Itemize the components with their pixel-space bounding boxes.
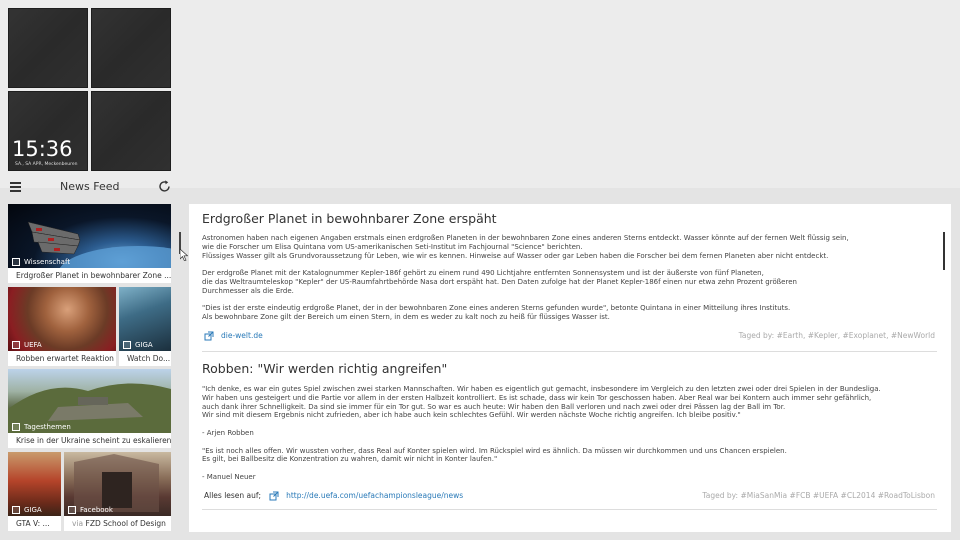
thumbnail-caption: Erdgroßer Planet in bewohnbarer Zone ...: [16, 271, 171, 280]
article-divider: [202, 351, 937, 352]
article-title: Erdgroßer Planet in bewohnbarer Zone ers…: [202, 211, 497, 226]
source-link-text[interactable]: die-welt.de: [221, 331, 263, 340]
tag-label: Tagesthemen: [24, 423, 71, 431]
news-feed-title: News Feed: [60, 180, 120, 193]
news-thumbnail[interactable]: Tagesthemen Krise in der Ukraine scheint…: [8, 369, 171, 448]
article-divider: [202, 509, 937, 510]
checkbox[interactable]: [12, 258, 20, 266]
read-all-label: Alles lesen auf;: [204, 491, 262, 501]
article-reader: Erdgroßer Planet in bewohnbarer Zone ers…: [189, 204, 951, 532]
tag-label: Facebook: [80, 506, 113, 514]
thumbnail-tag[interactable]: Tagesthemen: [12, 423, 71, 431]
article-paragraph: - Arjen Robben: [202, 428, 254, 437]
news-thumbnail[interactable]: Wissenschaft Erdgroßer Planet in bewohnb…: [8, 204, 171, 283]
article-title: Robben: "Wir werden richtig angreifen": [202, 361, 448, 376]
tag-label: GIGA: [135, 341, 153, 349]
thumbnail-caption: Watch Do...: [127, 354, 171, 363]
news-thumbnail[interactable]: UEFA Robben erwartet Reaktion: [8, 287, 116, 366]
thumbnail-tag[interactable]: GIGA: [12, 506, 42, 514]
tag-label: Wissenschaft: [24, 258, 71, 266]
clock-date: SA., SA APR, Meckenbeuren: [15, 162, 78, 167]
news-thumbnail[interactable]: Facebook via FZD School of Design: [64, 452, 171, 531]
article-paragraph: - Manuel Neuer: [202, 472, 256, 481]
source-link[interactable]: Alles lesen auf; http://de.uefa.com/uefa…: [204, 491, 463, 501]
mouse-cursor-icon: [180, 249, 188, 261]
checkbox[interactable]: [12, 341, 20, 349]
external-link-icon: [269, 491, 279, 501]
tags-label: Taged by:: [738, 330, 775, 340]
thumbnail-caption: Krise in der Ukraine scheint zu eskalier…: [16, 436, 171, 445]
thumbnail-caption: GTA V: ...: [16, 519, 50, 528]
thumbnail-tag[interactable]: GIGA: [123, 341, 153, 349]
article-tags: Taged by: #MiaSanMia #FCB #UEFA #CL2014 …: [702, 491, 935, 500]
tag-label: UEFA: [24, 341, 42, 349]
thumbnail-tag[interactable]: Wissenschaft: [12, 258, 70, 266]
tags-list: #Earth, #Kepler, #Exoplanet, #NewWorld: [776, 330, 935, 340]
external-link-icon: [204, 331, 214, 341]
article-paragraph: "Dies ist der erste eindeutig erdgroße P…: [202, 304, 791, 322]
article-paragraph: Der erdgroße Planet mit der Katalognumme…: [202, 269, 797, 295]
news-thumbnail[interactable]: GIGA Watch Do...: [119, 287, 171, 366]
tile-bottom-right[interactable]: [91, 91, 171, 171]
thumbnail-tag[interactable]: UEFA: [12, 341, 42, 349]
source-link-text[interactable]: http://de.uefa.com/uefachampionsleague/n…: [286, 491, 463, 500]
clock-tile[interactable]: 15:36 SA., SA APR, Meckenbeuren: [8, 91, 88, 171]
caption-prefix: via: [72, 519, 84, 528]
news-thumbnail[interactable]: GIGA GTA V: ...: [8, 452, 61, 531]
article-scrollbar[interactable]: [943, 232, 945, 270]
tile-top-right[interactable]: [91, 8, 171, 88]
menu-icon[interactable]: [10, 182, 21, 192]
checkbox[interactable]: [12, 423, 20, 431]
article-body: Astronomen haben nach eigenen Angaben er…: [202, 234, 937, 322]
tag-label: GIGA: [24, 506, 42, 514]
thumbnail-tag[interactable]: Facebook: [68, 506, 113, 514]
checkbox[interactable]: [123, 341, 131, 349]
article-footer: Alles lesen auf; http://de.uefa.com/uefa…: [202, 491, 937, 503]
checkbox[interactable]: [12, 506, 20, 514]
source-link[interactable]: die-welt.de: [204, 331, 263, 341]
clock-time: 15:36: [12, 137, 73, 161]
tile-top-left[interactable]: [8, 8, 88, 88]
refresh-icon[interactable]: [157, 179, 172, 194]
article: Robben: "Wir werden richtig angreifen" "…: [202, 361, 937, 503]
caption-text: FZD School of Design: [85, 519, 166, 528]
thumbnail-caption: Robben erwartet Reaktion: [16, 354, 114, 363]
checkbox[interactable]: [68, 506, 76, 514]
article-paragraph: "Es ist noch alles offen. Wir wussten vo…: [202, 446, 787, 464]
article-tags: Taged by: #Earth, #Kepler, #Exoplanet, #…: [739, 331, 935, 340]
thumbnail-caption: via FZD School of Design: [72, 519, 166, 528]
tags-list: #MiaSanMia #FCB #UEFA #CL2014 #RoadToLis…: [740, 490, 935, 500]
article-paragraph: "Ich denke, es war ein gutes Spiel zwisc…: [202, 385, 881, 420]
article-paragraph: Astronomen haben nach eigenen Angaben er…: [202, 234, 849, 260]
article-footer: die-welt.de Taged by: #Earth, #Kepler, #…: [202, 331, 937, 343]
article-body: "Ich denke, es war ein gutes Spiel zwisc…: [202, 385, 937, 482]
article: Erdgroßer Planet in bewohnbarer Zone ers…: [202, 211, 937, 343]
tags-label: Taged by:: [702, 490, 739, 500]
